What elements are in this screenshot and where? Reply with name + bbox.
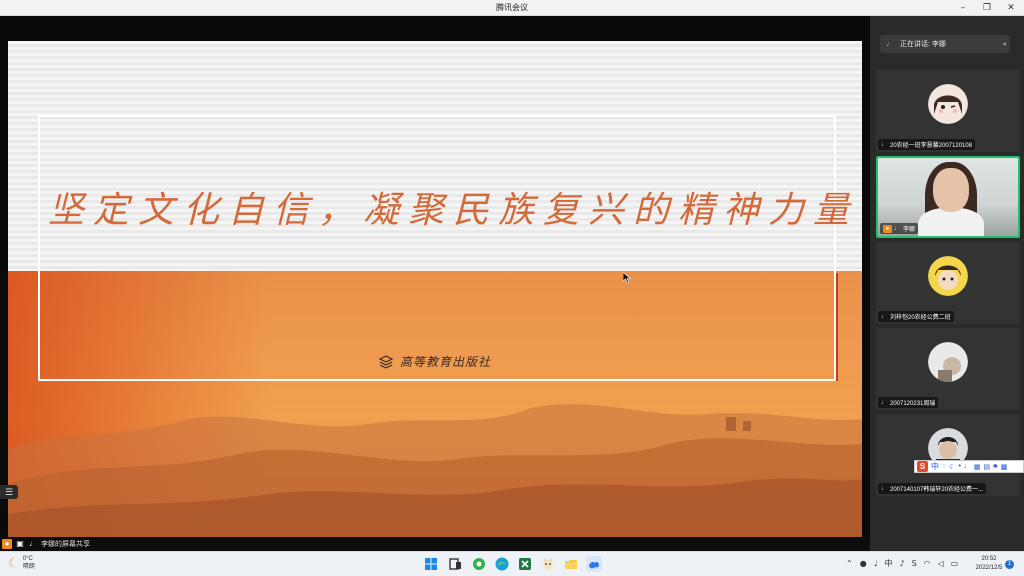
close-button[interactable]: ✕ (1000, 1, 1022, 15)
fullwidth-icon[interactable]: • (958, 463, 960, 470)
participant-name: 2007120231周瑞 (890, 401, 936, 407)
screen-share-bar: ● ▣ ♩ 李娜的屏幕共享 (0, 537, 870, 551)
moon-icon[interactable]: ☾ (949, 463, 955, 471)
screen-icon: ▣ (16, 539, 24, 548)
weather-temperature: 0°C (22, 556, 33, 562)
window-title: 腾讯会议 (496, 3, 528, 12)
task-view-icon[interactable] (447, 556, 463, 572)
mic-muted-icon: ♩ (881, 485, 888, 492)
participant-name: 2007140107韩瑞轩20农经公费一... (890, 487, 984, 493)
speaking-indicator: ♩ 正在讲话: 李娜 ◂ (880, 35, 1010, 53)
avatar (928, 84, 968, 124)
ime-language-toggle[interactable]: 中 (931, 461, 939, 472)
shirt-icon[interactable]: ♣ (993, 463, 998, 470)
tray-overflow-icon[interactable]: ⌃ (846, 559, 853, 568)
punctuation-icon[interactable]: ◌ (942, 463, 946, 470)
weather-description: 晴朗 (22, 564, 35, 570)
mic-icon: ♩ (29, 539, 37, 548)
notification-badge[interactable]: 1 (1005, 560, 1014, 569)
mic-icon[interactable]: ♩ (964, 463, 971, 470)
tray-language[interactable]: 中 (884, 558, 892, 569)
tray-sogou-icon[interactable]: S (912, 559, 917, 568)
ime-toolbar[interactable]: S 中 ◌ ☾ • ♩ ▦ ▤ ♣ ▩ (914, 460, 1024, 473)
participant-tile[interactable]: ♩ 20农经一班李慧馨2007120108 (876, 70, 1020, 152)
app-green-icon[interactable] (471, 556, 487, 572)
skin-icon[interactable]: ▤ (984, 463, 991, 471)
battery-icon[interactable]: ▭ (951, 559, 959, 568)
slide-title-frame (38, 115, 836, 381)
tray-mic-icon[interactable]: ♩ (874, 559, 878, 568)
system-tray: ⌃ ● ♩ 中 ♪ S ◠ ◁ ▭ (846, 558, 958, 569)
keyboard-icon[interactable]: ▦ (974, 463, 981, 471)
presentation-slide: 坚定文化自信，凝聚民族复兴的精神力量 高等教育出版社 (8, 41, 862, 539)
taskbar-clock[interactable]: 20:52 2022/12/5 (972, 555, 1006, 573)
participant-tile[interactable]: ♩ 刘梓恺20农经公费二班 (876, 242, 1020, 324)
pet-app-icon[interactable] (540, 556, 556, 572)
grid-menu-icon[interactable]: ▩ (1001, 463, 1008, 471)
participant-name: 20农经一班李慧馨2007120108 (890, 143, 973, 149)
title-bar: 腾讯会议 – ❐ ✕ (0, 0, 1024, 16)
excel-icon[interactable] (517, 556, 533, 572)
weather-widget[interactable]: ☾ 0°C 晴朗 (8, 555, 35, 571)
speaking-label: 正在讲话: 李娜 (900, 41, 946, 48)
sogou-logo-icon[interactable]: S (917, 461, 928, 472)
windows-taskbar: ☾ 0°C 晴朗 ⌃ ● ♩ 中 ♪ S ◠ ◁ ▭ 20:52 2022/12… (0, 551, 1024, 576)
mic-icon: ♩ (894, 225, 901, 232)
tencent-meeting-taskbar-icon[interactable] (586, 556, 602, 572)
clock-date: 2022/12/5 (975, 565, 1003, 571)
mic-muted-icon: ♩ (881, 399, 888, 406)
participant-tile-active[interactable]: ● ♩ 李娜 (876, 156, 1020, 238)
meeting-app: 腾讯会议 – ❐ ✕ 坚定文化自信，凝聚民族复兴的精神力量 高等教育出版社 ☰ … (0, 0, 1024, 576)
collapse-icon[interactable]: ◂ (1002, 39, 1006, 48)
mic-muted-icon: ♩ (881, 141, 888, 148)
mic-icon: ♩ (886, 39, 894, 48)
tray-app-icon[interactable]: ● (860, 559, 867, 568)
participant-tile[interactable]: ♩ 2007140107韩瑞轩20农经公费一... (876, 414, 1020, 496)
wifi-icon[interactable]: ◠ (924, 559, 931, 568)
shared-screen-area: 坚定文化自信，凝聚民族复兴的精神力量 高等教育出版社 ☰ (0, 16, 870, 539)
minimize-button[interactable]: – (952, 1, 974, 15)
share-status-text: 李娜的屏幕共享 (41, 541, 90, 548)
clock-time: 20:52 (981, 556, 997, 562)
weather-moon-icon: ☾ (8, 556, 19, 570)
host-icon: ● (883, 224, 892, 233)
person-icon: ● (2, 539, 12, 549)
edge-browser-icon[interactable] (494, 556, 510, 572)
avatar (928, 342, 968, 382)
volume-icon[interactable]: ◁ (938, 559, 944, 568)
participant-tile[interactable]: ♩ 2007120231周瑞 (876, 328, 1020, 410)
publisher-logo-icon (378, 355, 394, 369)
participant-name: 刘梓恺20农经公费二班 (890, 315, 951, 321)
great-wall-mountains-image (8, 404, 862, 539)
participant-name: 李娜 (903, 227, 916, 233)
windows-start-icon[interactable] (423, 556, 439, 572)
member-list-toggle-button[interactable]: ☰ (0, 485, 18, 499)
publisher-mark: 高等教育出版社 (378, 351, 491, 371)
mic-muted-icon: ♩ (881, 313, 888, 320)
avatar (928, 256, 968, 296)
restore-button[interactable]: ❐ (976, 1, 998, 15)
slide-title: 坚定文化自信，凝聚民族复兴的精神力量 (48, 190, 859, 231)
mouse-cursor-icon (623, 272, 631, 283)
publisher-name: 高等教育出版社 (400, 354, 492, 369)
tray-speaker-icon[interactable]: ♪ (899, 559, 904, 568)
file-explorer-icon[interactable] (563, 556, 579, 572)
